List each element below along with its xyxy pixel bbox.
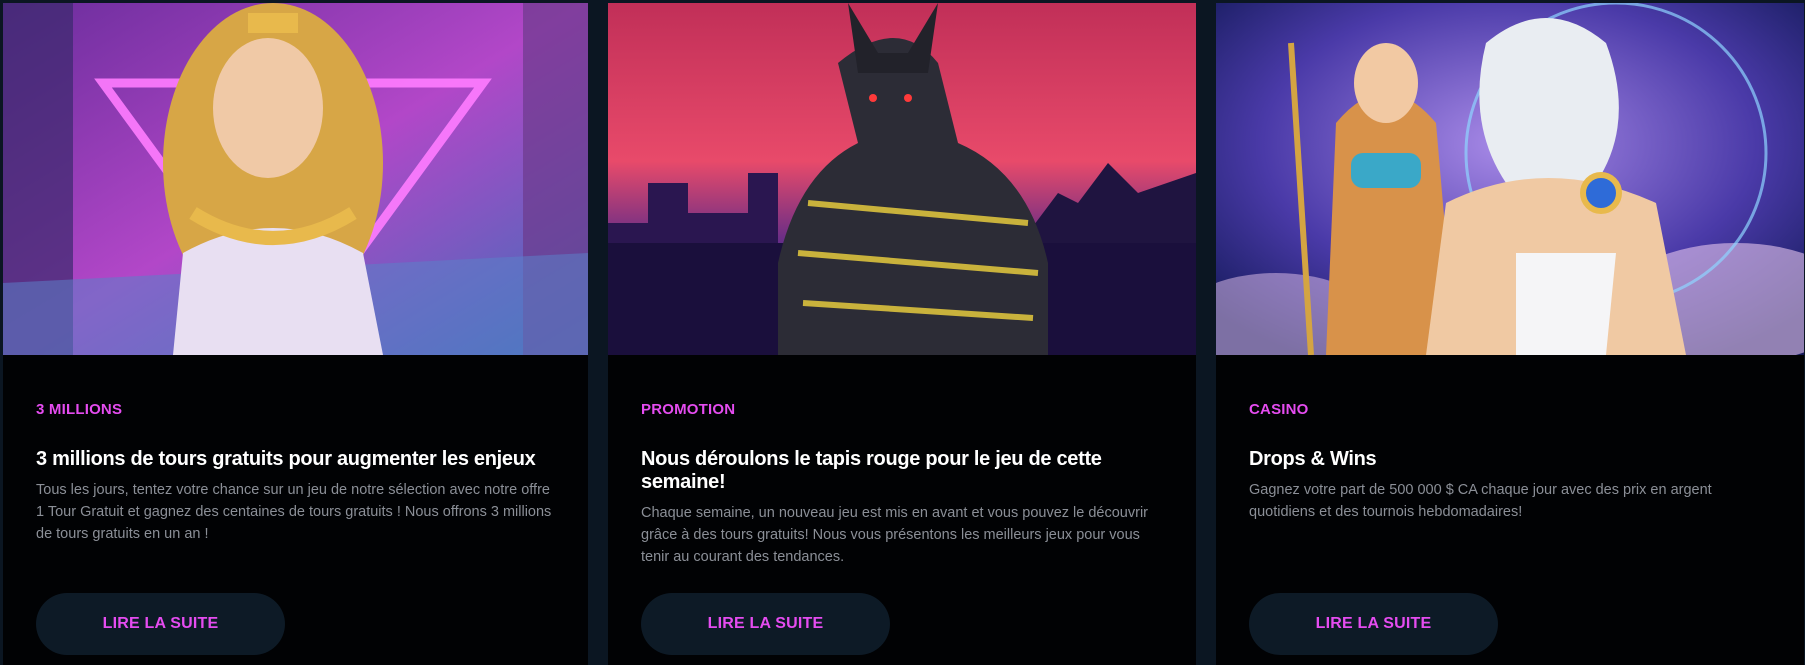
read-more-button[interactable]: LIRE LA SUITE xyxy=(641,593,890,655)
promo-image[interactable] xyxy=(1216,3,1804,355)
cleopatra-artwork xyxy=(3,3,588,355)
anubis-artwork xyxy=(608,3,1196,355)
promo-title: Nous déroulons le tapis rouge pour le je… xyxy=(641,448,1102,493)
promo-title: 3 millions de tours gratuits pour augmen… xyxy=(36,448,536,470)
promo-description: Gagnez votre part de 500 000 $ CA chaque… xyxy=(1249,482,1712,520)
promo-tag: PROMOTION xyxy=(641,401,736,418)
promo-image[interactable] xyxy=(3,3,588,355)
read-more-button[interactable]: LIRE LA SUITE xyxy=(1249,593,1498,655)
promo-image[interactable] xyxy=(608,3,1196,355)
promo-tag: CASINO xyxy=(1249,401,1309,418)
promo-description: Chaque semaine, un nouveau jeu est mis e… xyxy=(641,505,1149,565)
promo-card: PROMOTION Nous déroulons le tapis rouge … xyxy=(608,0,1196,665)
promo-card: 3 MILLIONS 3 millions de tours gratuits … xyxy=(0,0,588,665)
zeus-artwork xyxy=(1216,3,1804,355)
promo-title: Drops & Wins xyxy=(1249,448,1377,470)
promo-card: CASINO Drops & Wins Gagnez votre part de… xyxy=(1216,0,1804,665)
promo-tag: 3 MILLIONS xyxy=(36,401,123,418)
read-more-button[interactable]: LIRE LA SUITE xyxy=(36,593,285,655)
promo-description: Tous les jours, tentez votre chance sur … xyxy=(36,482,552,542)
promotions-grid: 3 MILLIONS 3 millions de tours gratuits … xyxy=(0,0,1805,665)
